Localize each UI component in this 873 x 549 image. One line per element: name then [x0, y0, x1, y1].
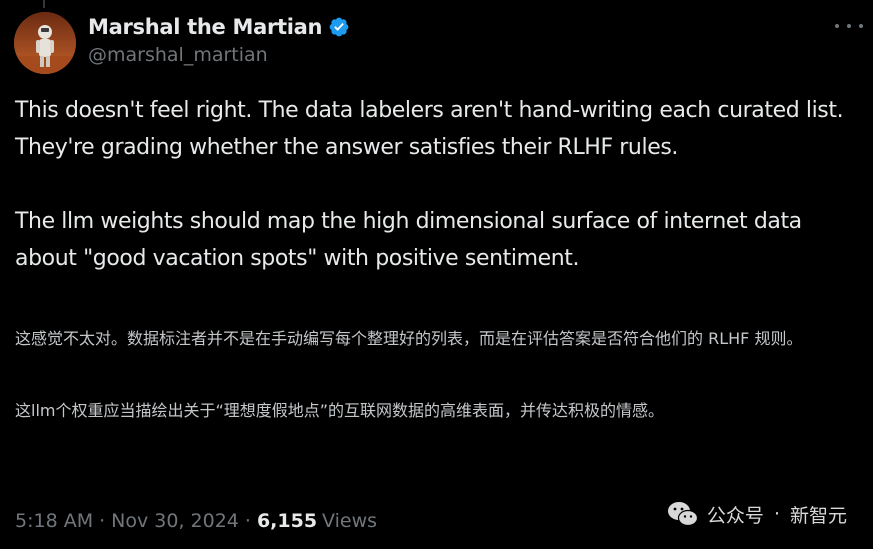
views-label: Views: [322, 510, 378, 532]
wechat-icon: [667, 502, 699, 527]
tweet-date[interactable]: Nov 30, 2024: [111, 510, 239, 532]
translation-paragraph: 这感觉不太对。数据标注者并不是在手动编写每个整理好的列表，而是在评估答案是否符合…: [15, 329, 803, 348]
translation-text: 这感觉不太对。数据标注者并不是在手动编写每个整理好的列表，而是在评估答案是否符合…: [15, 322, 860, 428]
author-block: Marshal the Martian @marshal_martian: [88, 12, 350, 66]
watermark-source: 公众号: [706, 504, 764, 527]
verified-badge-icon: [329, 17, 349, 37]
avatar[interactable]: [14, 12, 76, 74]
meta-separator: ·: [244, 510, 251, 532]
translation-paragraph: 这llm个权重应当描绘出关于“理想度假地点”的互联网数据的高维表面，并传达积极的…: [15, 401, 665, 420]
tweet-time[interactable]: 5:18 AM: [15, 510, 93, 532]
thread-connector-line: [43, 0, 45, 8]
tweet-paragraph: This doesn't feel right. The data labele…: [15, 98, 844, 160]
watermark: 公众号 · 新智元: [667, 500, 847, 528]
author-name-row: Marshal the Martian: [88, 12, 350, 42]
watermark-separator: ·: [773, 503, 780, 525]
tweet-meta: 5:18 AM · Nov 30, 2024 · 6,155 Views: [15, 510, 377, 532]
tweet-paragraph: The llm weights should map the high dime…: [15, 209, 802, 271]
views-count: 6,155: [256, 510, 318, 532]
more-dot: [835, 24, 839, 28]
more-icon[interactable]: [835, 14, 863, 38]
tweet-text: This doesn't feel right. The data labele…: [15, 92, 860, 277]
meta-separator: ·: [99, 510, 106, 532]
more-dot: [847, 24, 851, 28]
author-handle[interactable]: @marshal_martian: [88, 44, 350, 66]
watermark-name: 新智元: [789, 504, 847, 527]
author-display-name[interactable]: Marshal the Martian: [88, 15, 322, 39]
more-dot: [859, 24, 863, 28]
